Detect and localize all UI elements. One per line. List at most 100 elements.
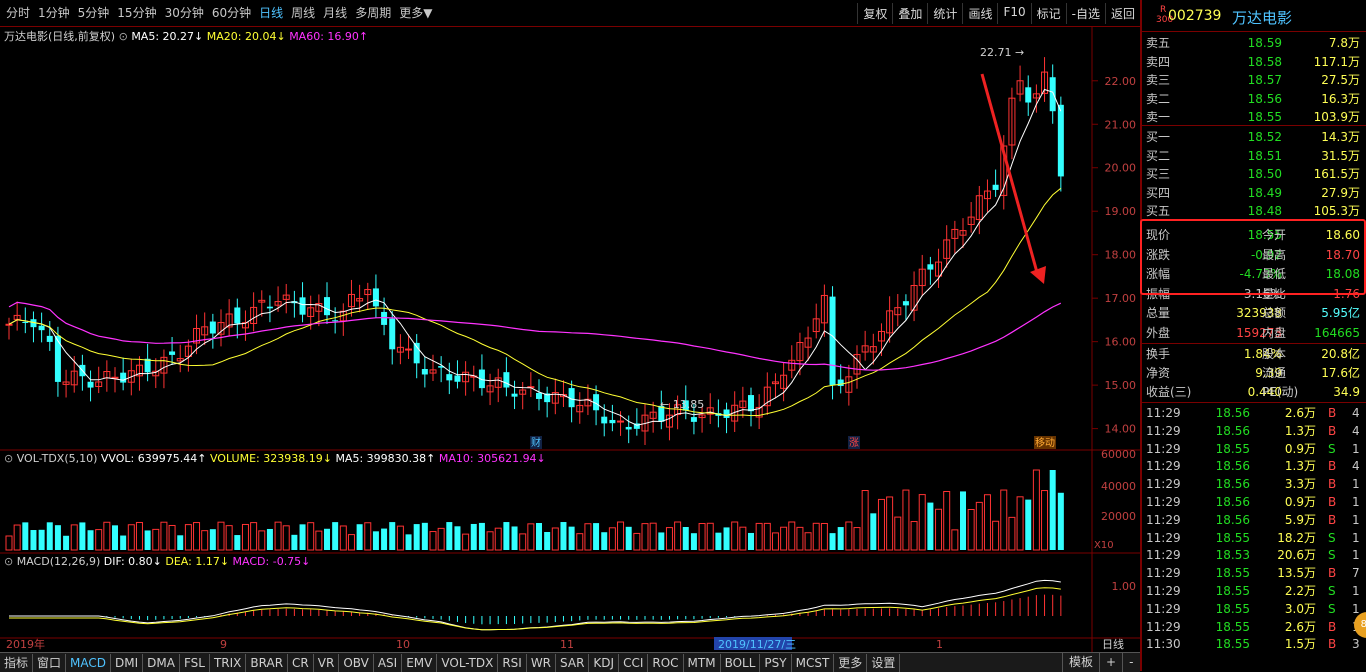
- indicator-tab-11[interactable]: ASI: [374, 653, 403, 672]
- bid-row[interactable]: 买四 18.49 27.9万: [1146, 184, 1364, 202]
- tick-row: 11:29 18.56 1.3万 B 4: [1146, 422, 1364, 440]
- candle-body: [169, 351, 176, 355]
- indicator-tab-5[interactable]: FSL: [180, 653, 210, 672]
- volume-bar: [217, 521, 225, 551]
- badge-r: R: [1160, 5, 1167, 15]
- tick-row: 11:29 18.55 2.2万 S 1: [1146, 582, 1364, 600]
- tick-time: 11:29: [1146, 566, 1181, 581]
- volume-bar: [209, 529, 216, 550]
- indicator-tab-15[interactable]: WR: [527, 653, 557, 672]
- tool-button-3[interactable]: 画线: [962, 3, 997, 24]
- bottom-right-tab-2[interactable]: -: [1122, 653, 1139, 672]
- tool-button-6[interactable]: -自选: [1065, 3, 1105, 24]
- tool-button-2[interactable]: 统计: [927, 3, 962, 24]
- bottom-right-tab-1[interactable]: +: [1099, 653, 1122, 672]
- period-tab-5[interactable]: 60分钟: [208, 4, 255, 21]
- x-axis-label: 10: [396, 638, 410, 651]
- tool-button-0[interactable]: 复权: [857, 3, 892, 24]
- period-tab-0[interactable]: 分时: [2, 4, 34, 21]
- indicator-tab-17[interactable]: KDJ: [589, 653, 620, 672]
- tick-price: 18.55: [1215, 441, 1250, 456]
- indicator-tab-23[interactable]: MCST: [792, 653, 835, 672]
- tick-count: 1: [1352, 584, 1360, 598]
- bid-row[interactable]: 买一 18.52 14.3万: [1146, 128, 1364, 146]
- tool-button-5[interactable]: 标记: [1030, 3, 1066, 24]
- indicator-tab-3[interactable]: DMI: [111, 653, 144, 672]
- bottom-right-tab-0[interactable]: 模板: [1062, 653, 1099, 672]
- period-tab-6[interactable]: 日线: [255, 4, 287, 21]
- ask-row[interactable]: 卖五 18.59 7.8万: [1146, 34, 1364, 52]
- x-axis-label: 11: [560, 638, 574, 651]
- period-tab-9[interactable]: 多周期: [351, 4, 395, 21]
- tool-button-1[interactable]: 叠加: [892, 3, 927, 24]
- macd-legend: ⊙ MACD(12,26,9) DIF: 0.80↓ DEA: 1.17↓ MA…: [4, 555, 310, 568]
- bid-row[interactable]: 买五 18.48 105.3万: [1146, 202, 1364, 220]
- indicator-tab-6[interactable]: TRIX: [210, 653, 247, 672]
- macd-period-tab: 日线: [1102, 637, 1124, 651]
- volume-bar: [135, 521, 143, 551]
- indicator-tab-22[interactable]: PSY: [760, 653, 792, 672]
- volume-bar: [584, 523, 592, 551]
- ask-row[interactable]: 卖三 18.57 27.5万: [1146, 71, 1364, 89]
- candle-body: [511, 393, 518, 397]
- ask-row[interactable]: 卖二 18.56 16.3万: [1146, 90, 1364, 108]
- ask-price: 18.55: [1247, 110, 1282, 124]
- period-tab-1[interactable]: 1分钟: [34, 4, 74, 21]
- main-legend: 万达电影(日线,前复权) ⊙ MA5: 20.27↓ MA20: 20.04↓ …: [4, 28, 368, 44]
- tick-row: 11:29 18.56 1.3万 B 4: [1146, 457, 1364, 475]
- volume-bar: [1025, 499, 1032, 550]
- ma60-label: MA60: 16.90↑: [289, 30, 369, 43]
- period-tab-4[interactable]: 30分钟: [161, 4, 208, 21]
- volume-bar: [658, 532, 665, 550]
- tool-button-7[interactable]: 返回: [1104, 3, 1140, 24]
- tick-row: 11:29 18.56 0.9万 B 1: [1146, 493, 1364, 511]
- volume-bar: [975, 501, 983, 551]
- tick-volume: 2.2万: [1284, 584, 1316, 598]
- period-tab-7[interactable]: 周线: [287, 4, 319, 21]
- bid-row[interactable]: 买三 18.50 161.5万: [1146, 165, 1364, 183]
- indicator-tab-8[interactable]: CR: [288, 653, 314, 672]
- macd-settings-icon[interactable]: ⊙: [4, 555, 13, 568]
- volume-bar: [87, 530, 94, 550]
- event-marker: 财: [531, 436, 541, 449]
- period-tab-8[interactable]: 月线: [319, 4, 351, 21]
- volume-bar: [576, 533, 584, 551]
- bid-price: 18.52: [1247, 130, 1282, 144]
- volume-bar: [421, 522, 428, 550]
- indicator-tab-7[interactable]: BRAR: [246, 653, 289, 672]
- indicator-tab-21[interactable]: BOLL: [721, 653, 761, 672]
- tick-count: 4: [1352, 406, 1360, 420]
- indicator-tab-14[interactable]: RSI: [498, 653, 527, 672]
- tool-button-4[interactable]: F10: [997, 3, 1030, 24]
- ask-row[interactable]: 卖四 18.58 117.1万: [1146, 53, 1364, 71]
- period-tab-10[interactable]: 更多▼: [395, 4, 436, 21]
- vol-unit: X10: [1094, 540, 1114, 551]
- indicator-tab-20[interactable]: MTM: [684, 653, 721, 672]
- indicator-tab-24[interactable]: 更多: [834, 653, 868, 672]
- ask-row[interactable]: 卖一 18.55 103.9万: [1146, 108, 1364, 126]
- indicator-tab-9[interactable]: VR: [314, 653, 340, 672]
- indicator-tab-18[interactable]: CCI: [619, 653, 649, 672]
- volume-bar: [682, 527, 689, 550]
- settings-icon[interactable]: ⊙: [119, 30, 128, 43]
- bid-row[interactable]: 买二 18.51 31.5万: [1146, 147, 1364, 165]
- indicator-tab-0[interactable]: 指标: [0, 653, 34, 672]
- vol-settings-icon[interactable]: ⊙: [4, 452, 13, 465]
- fund-label2: 流通: [1262, 366, 1287, 380]
- period-tab-3[interactable]: 15分钟: [113, 4, 160, 21]
- indicator-tab-10[interactable]: OBV: [339, 653, 374, 672]
- indicator-tab-1[interactable]: 窗口: [33, 653, 67, 672]
- indicator-tab-13[interactable]: VOL-TDX: [437, 653, 499, 672]
- tick-side: B: [1328, 406, 1337, 420]
- indicator-tab-4[interactable]: DMA: [143, 653, 180, 672]
- indicator-tab-16[interactable]: SAR: [556, 653, 590, 672]
- indicator-tab-2[interactable]: MACD: [66, 653, 112, 672]
- indicator-tab-25[interactable]: 设置: [867, 653, 901, 672]
- indicator-tab-12[interactable]: EMV: [402, 653, 438, 672]
- volume-bar: [967, 509, 975, 551]
- volume-bar: [812, 522, 820, 551]
- vol-tick: 40000: [1101, 480, 1136, 493]
- period-tab-2[interactable]: 5分钟: [74, 4, 114, 21]
- tick-row: 11:2918.552.6万B1: [1146, 618, 1364, 636]
- indicator-tab-19[interactable]: ROC: [648, 653, 684, 672]
